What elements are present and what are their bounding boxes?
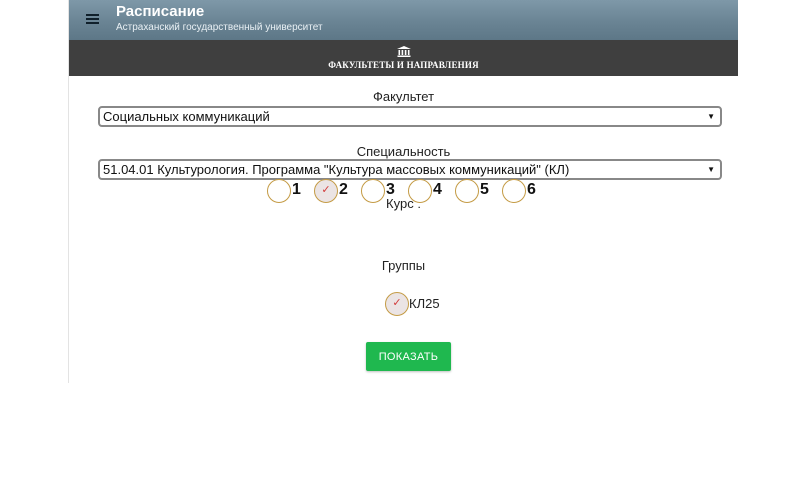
section-header: ФАКУЛЬТЕТЫ И НАПРАВЛЕНИЯ [69, 40, 738, 76]
course-option-label: 5 [480, 181, 489, 198]
groups-label: Группы [381, 258, 426, 273]
app-subtitle: Астраханский государственный университет [116, 22, 323, 33]
faculty-label: Факультет [372, 89, 435, 104]
course-option-label: 2 [339, 181, 348, 198]
show-button[interactable]: ПОКАЗАТЬ [366, 342, 451, 371]
course-label: Курс : [386, 196, 421, 211]
radio-button[interactable] [502, 179, 526, 203]
specialty-selected-value: 51.04.01 Культурология. Программа "Культ… [103, 162, 570, 177]
faculty-selected-value: Социальных коммуникаций [103, 109, 270, 124]
check-icon: ✓ [321, 184, 331, 196]
course-option-label: 4 [433, 181, 442, 198]
check-icon: ✓ [392, 297, 402, 309]
dropdown-arrow-icon: ▼ [707, 165, 715, 174]
course-option-label: 3 [386, 181, 395, 198]
course-option-label: 1 [292, 181, 301, 198]
course-option-label: 6 [527, 181, 536, 198]
radio-button[interactable] [455, 179, 479, 203]
faculty-select[interactable]: Социальных коммуникаций ▼ [98, 106, 722, 127]
hamburger-menu-icon[interactable] [86, 14, 99, 24]
section-title: ФАКУЛЬТЕТЫ И НАПРАВЛЕНИЯ [328, 60, 479, 70]
radio-button[interactable] [408, 179, 432, 203]
app-window: Расписание Астраханский государственный … [68, 0, 738, 383]
building-columns-icon [396, 46, 411, 57]
specialty-select[interactable]: 51.04.01 Культурология. Программа "Культ… [98, 159, 722, 180]
app-title: Расписание [116, 3, 205, 20]
radio-button[interactable] [267, 179, 291, 203]
app-bar: Расписание Астраханский государственный … [69, 0, 738, 40]
specialty-label: Специальность [356, 144, 451, 159]
dropdown-arrow-icon: ▼ [707, 112, 715, 121]
radio-button[interactable] [361, 179, 385, 203]
radio-button[interactable]: ✓ [314, 179, 338, 203]
group-label: КЛ25 [409, 296, 440, 311]
group-check-button[interactable]: ✓ [385, 292, 409, 316]
